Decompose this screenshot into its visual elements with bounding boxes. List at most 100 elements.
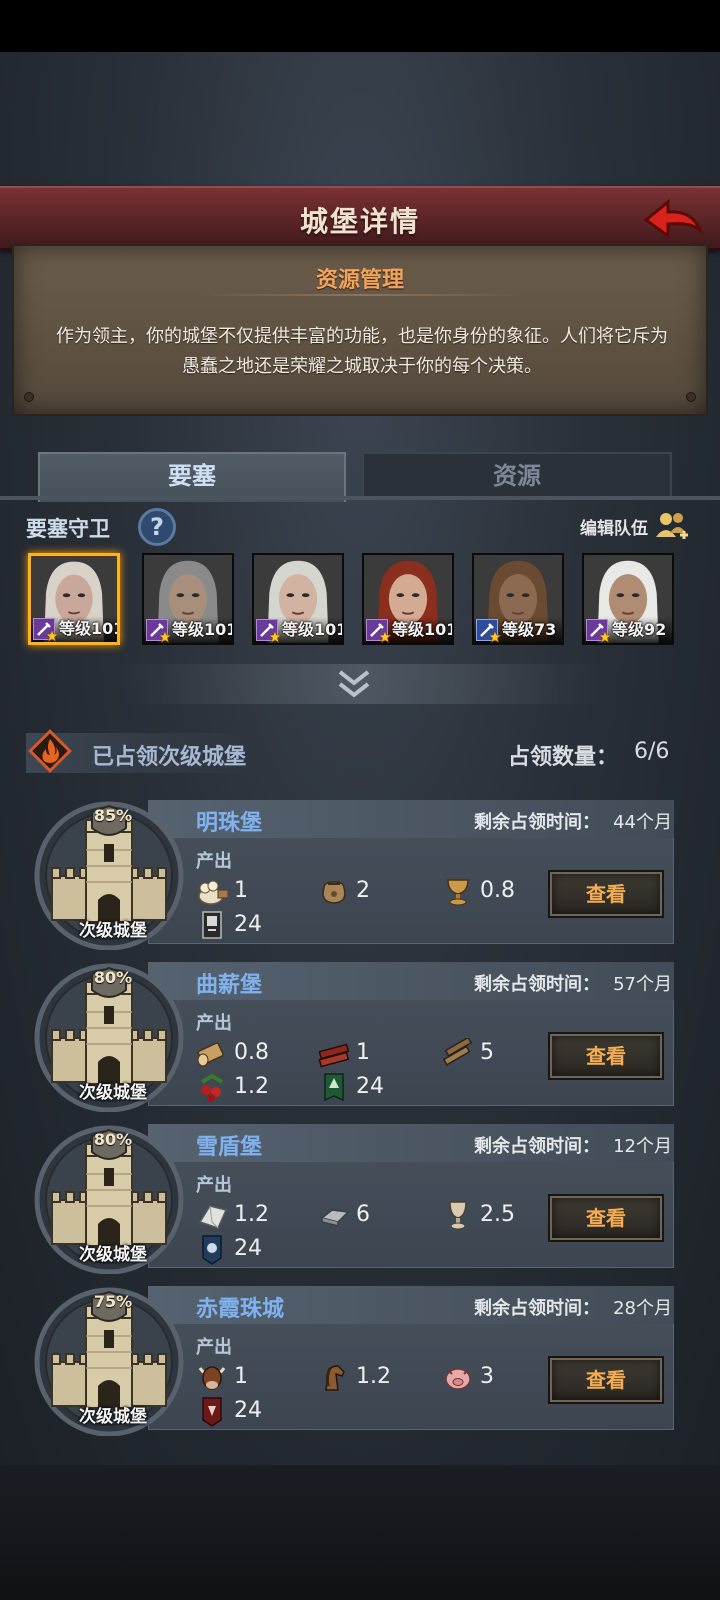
sack-icon — [322, 881, 346, 904]
pig-icon — [445, 1368, 471, 1390]
edit-team-button[interactable]: 编辑队伍 — [580, 514, 648, 539]
cow-icon — [198, 1366, 226, 1390]
castle-percent: 80% — [93, 968, 133, 987]
resource-value: 6 — [356, 1202, 370, 1227]
castle-type: 次级城堡 — [79, 921, 147, 941]
star-icon — [379, 631, 391, 643]
rivet-icon — [686, 392, 696, 402]
guard-card[interactable]: 等级101 — [362, 553, 454, 645]
guard-level: 等级101 — [59, 619, 120, 638]
guard-card[interactable]: 等级73 — [472, 553, 564, 645]
star-icon — [489, 631, 501, 643]
view-button[interactable]: 查看 — [550, 1034, 662, 1078]
tab-underline — [0, 496, 720, 500]
flame-icon — [28, 729, 72, 773]
resource-value: 24 — [234, 1236, 262, 1261]
tab-resources[interactable]: 资源 — [362, 452, 672, 498]
castle-name: 明珠堡 — [196, 811, 263, 836]
guard-level: 等级101 — [172, 620, 234, 639]
berries-icon — [200, 1073, 224, 1102]
castle-name: 曲薪堡 — [196, 973, 263, 998]
produce-label: 产出 — [196, 851, 232, 872]
timber-icon — [318, 1043, 350, 1068]
remaining-time-value: 57个月 — [613, 974, 672, 995]
resource-value: 1.2 — [234, 1202, 269, 1227]
castle-card: 80% 次级城堡 曲薪堡 剩余占领时间： 57个月 产出 0.8 1 5 1.2 24 查看 — [30, 962, 674, 1112]
guard-level: 等级101 — [282, 620, 344, 639]
banner-green-icon — [324, 1073, 344, 1102]
castle-type: 次级城堡 — [79, 1245, 147, 1265]
intro-divider — [204, 294, 520, 296]
resource-value: 24 — [234, 912, 262, 937]
view-button[interactable]: 查看 — [550, 1358, 662, 1402]
flour-icon — [198, 880, 228, 905]
remaining-time-label: 剩余占领时间： — [474, 1136, 600, 1157]
resource-value: 1.2 — [356, 1364, 391, 1389]
resource-value: 3 — [480, 1364, 494, 1389]
iron-ingot-icon — [320, 1209, 350, 1227]
resource-value: 5 — [480, 1040, 494, 1065]
view-button[interactable]: 查看 — [550, 872, 662, 916]
resource-value: 1 — [234, 878, 248, 903]
occupied-title: 已占领次级城堡 — [92, 745, 247, 770]
guard-card[interactable]: 等级101 — [252, 553, 344, 645]
produce-label: 产出 — [196, 1337, 232, 1358]
resource-value: 0.8 — [480, 878, 515, 903]
resource-value: 1 — [234, 1364, 248, 1389]
castle-percent: 75% — [93, 1292, 133, 1311]
rivet-icon — [24, 392, 34, 402]
remaining-time-label: 剩余占领时间： — [474, 1298, 600, 1319]
remaining-time-value: 12个月 — [613, 1136, 672, 1157]
silver-goblet-icon — [449, 1201, 467, 1230]
remaining-time-value: 44个月 — [613, 812, 672, 833]
star-icon — [599, 631, 611, 643]
guard-level: 等级92 — [612, 620, 667, 639]
banner-blue-icon — [202, 1235, 222, 1265]
view-button[interactable]: 查看 — [550, 1196, 662, 1240]
resource-value: 24 — [234, 1398, 262, 1423]
resource-value: 2 — [356, 878, 370, 903]
castle-type: 次级城堡 — [79, 1083, 147, 1103]
remaining-time-label: 剩余占领时间： — [474, 812, 600, 833]
star-icon — [46, 630, 58, 642]
castle-percent: 85% — [93, 806, 133, 825]
castle-card: 85% 次级城堡 明珠堡 剩余占领时间： 44个月产出 1 2 0.8 24 查看 — [30, 800, 674, 950]
occupied-count-label: 占领数量： — [508, 745, 619, 770]
edit-team-icon[interactable] — [654, 509, 690, 543]
banner-red-icon — [202, 1397, 222, 1427]
remaining-time-label: 剩余占领时间： — [474, 974, 600, 995]
castle-name: 雪盾堡 — [196, 1135, 263, 1160]
banner-icon — [202, 911, 222, 939]
resource-value: 0.8 — [234, 1040, 269, 1065]
back-button[interactable] — [640, 194, 706, 244]
resource-value: 2.5 — [480, 1202, 515, 1227]
intro-body: 作为领主，你的城堡不仅提供丰富的功能，也是你身份的象征。人们将它斥为愚蠢之地还是… — [56, 326, 668, 377]
chevron-down-icon[interactable] — [336, 668, 372, 700]
guard-card[interactable]: 等级101 — [28, 553, 120, 645]
remaining-time-value: 28个月 — [613, 1298, 672, 1319]
help-icon[interactable]: ? — [138, 508, 176, 546]
planks-icon — [442, 1038, 473, 1066]
guard-card[interactable]: 等级92 — [582, 553, 674, 645]
title-banner: 城堡详情 — [0, 186, 720, 250]
log-icon — [197, 1042, 224, 1067]
stone-icon — [198, 1205, 228, 1229]
castle-percent: 80% — [93, 1130, 133, 1149]
intro-panel: 资源管理 作为领主，你的城堡不仅提供丰富的功能，也是你身份的象征。人们将它斥为愚… — [12, 244, 708, 416]
star-icon — [269, 631, 281, 643]
castle-card: 80% 次级城堡 雪盾堡 剩余占领时间： 12个月产出 1.2 6 2.5 24 查看 — [30, 1124, 674, 1274]
horse-icon — [325, 1365, 345, 1391]
top-bar — [0, 0, 720, 52]
goblet-icon — [447, 879, 469, 906]
guard-level: 等级73 — [502, 620, 557, 639]
tab-fortress[interactable]: 要塞 — [38, 452, 346, 502]
guard-card[interactable]: 等级101 — [142, 553, 234, 645]
resource-value: 1.2 — [234, 1074, 269, 1099]
resource-value: 1 — [356, 1040, 370, 1065]
star-icon — [159, 631, 171, 643]
castle-card: 75% 次级城堡 赤霞珠城 剩余占领时间： 28个月 产出 1 1.2 3 24 查看 — [30, 1286, 674, 1436]
intro-title: 资源管理 — [315, 268, 404, 293]
produce-label: 产出 — [196, 1013, 232, 1034]
occupied-count-value: 6/6 — [634, 739, 670, 764]
produce-label: 产出 — [196, 1175, 232, 1196]
